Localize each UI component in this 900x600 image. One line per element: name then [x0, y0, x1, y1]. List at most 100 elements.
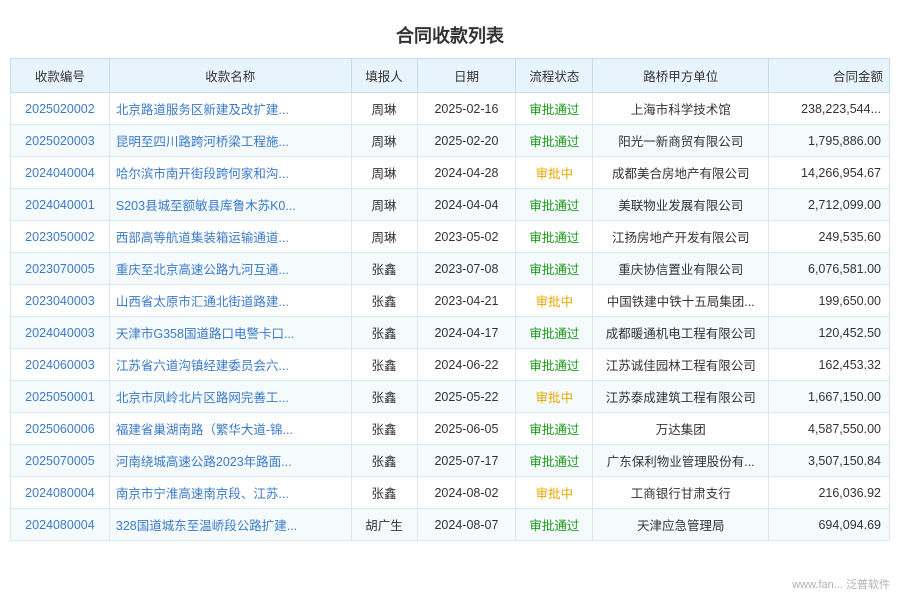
cell-id[interactable]: 2024040001	[11, 189, 110, 221]
cell-unit: 上海市科学技术馆	[593, 93, 769, 125]
cell-unit: 天津应急管理局	[593, 509, 769, 541]
status-badge: 审批中	[536, 295, 574, 309]
status-badge: 审批通过	[529, 423, 579, 437]
cell-name[interactable]: S203县城至额敏县库鲁木苏K0...	[109, 189, 351, 221]
cell-status: 审批中	[516, 157, 593, 189]
cell-name[interactable]: 河南绕城高速公路2023年路面...	[109, 445, 351, 477]
status-badge: 审批通过	[529, 263, 579, 277]
cell-reporter: 张鑫	[351, 413, 417, 445]
cell-status: 审批通过	[516, 349, 593, 381]
cell-amount: 238,223,544...	[769, 93, 890, 125]
data-table: 收款编号 收款名称 填报人 日期 流程状态 路桥甲方单位 合同金额 202502…	[10, 58, 890, 541]
col-header-status: 流程状态	[516, 59, 593, 93]
cell-amount: 4,587,550.00	[769, 413, 890, 445]
cell-name[interactable]: 哈尔滨市南开街段跨何家和沟...	[109, 157, 351, 189]
table-row: 2024040004 哈尔滨市南开街段跨何家和沟... 周琳 2024-04-2…	[11, 157, 890, 189]
cell-id[interactable]: 2024080004	[11, 477, 110, 509]
cell-status: 审批通过	[516, 189, 593, 221]
cell-status: 审批通过	[516, 253, 593, 285]
cell-amount: 694,094.69	[769, 509, 890, 541]
cell-unit: 成都美合房地产有限公司	[593, 157, 769, 189]
cell-unit: 美联物业发展有限公司	[593, 189, 769, 221]
table-row: 2024060003 江苏省六道沟镇经建委员会六... 张鑫 2024-06-2…	[11, 349, 890, 381]
table-row: 2023070005 重庆至北京高速公路九河互通... 张鑫 2023-07-0…	[11, 253, 890, 285]
cell-id[interactable]: 2025060006	[11, 413, 110, 445]
cell-unit: 重庆协信置业有限公司	[593, 253, 769, 285]
cell-unit: 成都暖通机电工程有限公司	[593, 317, 769, 349]
cell-status: 审批中	[516, 477, 593, 509]
cell-name[interactable]: 328国道城东至温峤段公路扩建...	[109, 509, 351, 541]
col-header-date: 日期	[417, 59, 516, 93]
cell-id[interactable]: 2025020002	[11, 93, 110, 125]
cell-unit: 江扬房地产开发有限公司	[593, 221, 769, 253]
cell-name[interactable]: 南京市宁淮高速南京段、江苏...	[109, 477, 351, 509]
cell-id[interactable]: 2023050002	[11, 221, 110, 253]
cell-status: 审批中	[516, 285, 593, 317]
cell-status: 审批通过	[516, 221, 593, 253]
header-row: 收款编号 收款名称 填报人 日期 流程状态 路桥甲方单位 合同金额	[11, 59, 890, 93]
cell-date: 2024-04-28	[417, 157, 516, 189]
cell-name[interactable]: 西部高等航道集装箱运输通道...	[109, 221, 351, 253]
cell-amount: 249,535.60	[769, 221, 890, 253]
status-badge: 审批通过	[529, 103, 579, 117]
status-badge: 审批通过	[529, 359, 579, 373]
status-badge: 审批通过	[529, 231, 579, 245]
cell-amount: 1,795,886.00	[769, 125, 890, 157]
col-header-reporter: 填报人	[351, 59, 417, 93]
cell-amount: 1,667,150.00	[769, 381, 890, 413]
cell-id[interactable]: 2025050001	[11, 381, 110, 413]
status-badge: 审批通过	[529, 135, 579, 149]
cell-name[interactable]: 福建省巢湖南路（繁华大道-锦...	[109, 413, 351, 445]
cell-amount: 6,076,581.00	[769, 253, 890, 285]
cell-amount: 14,266,954.67	[769, 157, 890, 189]
cell-reporter: 周琳	[351, 189, 417, 221]
cell-status: 审批通过	[516, 445, 593, 477]
table-row: 2024080004 南京市宁淮高速南京段、江苏... 张鑫 2024-08-0…	[11, 477, 890, 509]
page-title: 合同收款列表	[10, 10, 890, 58]
cell-amount: 199,650.00	[769, 285, 890, 317]
cell-date: 2023-05-02	[417, 221, 516, 253]
cell-id[interactable]: 2024040003	[11, 317, 110, 349]
cell-reporter: 张鑫	[351, 349, 417, 381]
cell-id[interactable]: 2024040004	[11, 157, 110, 189]
cell-name[interactable]: 重庆至北京高速公路九河互通...	[109, 253, 351, 285]
cell-reporter: 周琳	[351, 221, 417, 253]
cell-name[interactable]: 天津市G358国道路口电警卡口...	[109, 317, 351, 349]
cell-unit: 阳光一新商贸有限公司	[593, 125, 769, 157]
cell-id[interactable]: 2023040003	[11, 285, 110, 317]
cell-id[interactable]: 2024080004	[11, 509, 110, 541]
cell-reporter: 张鑫	[351, 253, 417, 285]
table-row: 2024080004 328国道城东至温峤段公路扩建... 胡广生 2024-0…	[11, 509, 890, 541]
cell-name[interactable]: 江苏省六道沟镇经建委员会六...	[109, 349, 351, 381]
watermark: www.fan... 泛普软件	[792, 576, 890, 592]
cell-reporter: 张鑫	[351, 317, 417, 349]
table-header: 收款编号 收款名称 填报人 日期 流程状态 路桥甲方单位 合同金额	[11, 59, 890, 93]
cell-status: 审批中	[516, 381, 593, 413]
cell-amount: 120,452.50	[769, 317, 890, 349]
cell-reporter: 张鑫	[351, 445, 417, 477]
cell-amount: 162,453.32	[769, 349, 890, 381]
cell-amount: 3,507,150.84	[769, 445, 890, 477]
status-badge: 审批中	[536, 167, 574, 181]
cell-status: 审批通过	[516, 93, 593, 125]
cell-id[interactable]: 2025020003	[11, 125, 110, 157]
cell-id[interactable]: 2025070005	[11, 445, 110, 477]
col-header-name: 收款名称	[109, 59, 351, 93]
cell-name[interactable]: 山西省太原市汇通北街道路建...	[109, 285, 351, 317]
status-badge: 审批通过	[529, 455, 579, 469]
cell-reporter: 张鑫	[351, 381, 417, 413]
cell-name[interactable]: 北京路道服务区新建及改扩建...	[109, 93, 351, 125]
cell-unit: 工商银行甘肃支行	[593, 477, 769, 509]
cell-unit: 万达集团	[593, 413, 769, 445]
table-row: 2025070005 河南绕城高速公路2023年路面... 张鑫 2025-07…	[11, 445, 890, 477]
cell-id[interactable]: 2024060003	[11, 349, 110, 381]
cell-unit: 广东保利物业管理股份有...	[593, 445, 769, 477]
cell-reporter: 张鑫	[351, 285, 417, 317]
cell-unit: 中国铁建中铁十五局集团...	[593, 285, 769, 317]
cell-name[interactable]: 昆明至四川路跨河桥梁工程施...	[109, 125, 351, 157]
cell-name[interactable]: 北京市凤岭北片区路网完善工...	[109, 381, 351, 413]
cell-date: 2023-04-21	[417, 285, 516, 317]
cell-date: 2024-04-04	[417, 189, 516, 221]
cell-id[interactable]: 2023070005	[11, 253, 110, 285]
table-row: 2024040001 S203县城至额敏县库鲁木苏K0... 周琳 2024-0…	[11, 189, 890, 221]
